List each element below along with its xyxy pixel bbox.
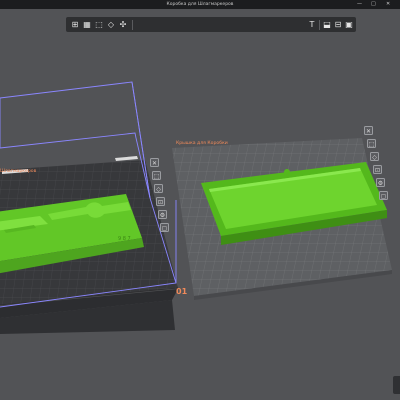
plate-settings-icon[interactable]: ⚙ (376, 178, 385, 187)
plate-1-number: 01 (176, 287, 188, 296)
collapse-panel-tab[interactable] (393, 376, 400, 394)
orient-plate-icon[interactable]: ◇ (154, 184, 163, 193)
plate-1-label[interactable]: Шлагмаркеров (0, 169, 36, 174)
plate-type-icon[interactable]: ▢ (379, 191, 388, 200)
3d-viewport[interactable]: 9 8 7 (0, 0, 400, 400)
orient-plate-icon[interactable]: ◇ (370, 152, 379, 161)
lock-plate-icon[interactable]: ⊡ (373, 165, 382, 174)
arrange-plate-icon[interactable]: ⬚ (367, 139, 376, 148)
plate-type-icon[interactable]: ▢ (160, 223, 169, 232)
plate-2-label[interactable]: Крышка для Коробки (176, 141, 228, 146)
close-plate-icon[interactable]: ✕ (364, 126, 373, 135)
plate-settings-icon[interactable]: ⚙ (158, 210, 167, 219)
arrange-plate-icon[interactable]: ⬚ (152, 171, 161, 180)
lock-plate-icon[interactable]: ⊡ (156, 197, 165, 206)
svg-text:9 8 7: 9 8 7 (118, 236, 131, 242)
close-plate-icon[interactable]: ✕ (150, 158, 159, 167)
